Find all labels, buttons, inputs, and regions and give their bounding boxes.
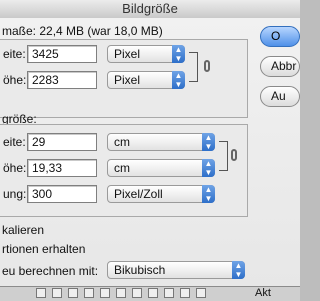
link-chain-icon	[231, 149, 237, 161]
doc-width-unit-select[interactable]: cm ▲ ▼	[107, 133, 215, 151]
resample-method-select[interactable]: Bikubisch ▲ ▼	[107, 261, 245, 279]
tool-icon[interactable]	[180, 288, 190, 298]
tool-icon[interactable]	[84, 288, 94, 298]
scale-styles-label: kalieren	[2, 223, 45, 237]
updown-arrow-icon: ▲ ▼	[202, 185, 215, 203]
doc-width-label: eite:	[3, 135, 26, 149]
resample-label: eu berechnen mit:	[2, 264, 99, 278]
pixel-width-unit-select[interactable]: Pixel ▲ ▼	[107, 45, 185, 63]
resolution-unit-select[interactable]: Pixel/Zoll ▲ ▼	[107, 185, 215, 203]
ok-button[interactable]: O	[260, 26, 300, 47]
tool-icon[interactable]	[52, 288, 62, 298]
document-size-pane: eite: 29 cm ▲ ▼ öhe: 19,33 cm ▲ ▼ ung: 300…	[0, 124, 248, 217]
tool-icon[interactable]	[196, 288, 206, 298]
pixel-dimensions-heading: maße: 22,4 MB (war 18,0 MB)	[2, 24, 163, 38]
doc-constrain-bracket	[219, 141, 228, 171]
window-titlebar[interactable]: Bildgröße	[0, 0, 300, 19]
pixel-height-unit-select[interactable]: Pixel ▲ ▼	[107, 71, 185, 89]
pixel-width-unit-value: Pixel	[114, 47, 141, 61]
link-chain-icon	[204, 60, 210, 72]
tool-icon[interactable]	[68, 288, 78, 298]
constrain-proportions-option[interactable]: rtionen erhalten	[2, 242, 85, 256]
tool-icon[interactable]	[132, 288, 142, 298]
tool-icon[interactable]	[148, 288, 158, 298]
resample-method-value: Bikubisch	[114, 263, 166, 277]
doc-height-label: öhe:	[3, 161, 27, 175]
tool-icon[interactable]	[100, 288, 110, 298]
pixel-height-input[interactable]: 2283	[27, 71, 97, 89]
updown-arrow-icon: ▲ ▼	[172, 45, 185, 63]
pixel-height-unit-value: Pixel	[114, 73, 141, 87]
active-label: Akt	[255, 287, 271, 299]
tool-icon[interactable]	[116, 288, 126, 298]
doc-height-unit-select[interactable]: cm ▲ ▼	[107, 159, 215, 177]
tool-icon[interactable]	[36, 288, 46, 298]
resolution-input[interactable]: 300	[27, 185, 97, 203]
pixel-width-label: eite:	[3, 47, 26, 61]
scale-styles-option[interactable]: kalieren	[2, 223, 44, 237]
resolution-label: ung:	[3, 187, 27, 201]
doc-width-input[interactable]: 29	[27, 133, 97, 151]
window-title: Bildgröße	[122, 1, 178, 16]
doc-height-input[interactable]: 19,33	[27, 159, 97, 177]
image-size-dialog: maße: 22,4 MB (war 18,0 MB) eite: 3425 P…	[0, 18, 300, 286]
doc-height-unit-value: cm	[114, 161, 130, 175]
updown-arrow-icon: ▲ ▼	[202, 159, 215, 177]
constrain-bracket	[189, 52, 198, 82]
constrain-proportions-label: rtionen erhalten	[2, 242, 86, 256]
pixel-height-label: öhe:	[3, 73, 27, 87]
resolution-unit-value: Pixel/Zoll	[114, 187, 163, 201]
tool-icon[interactable]	[164, 288, 174, 298]
pixel-dimensions-pane: eite: 3425 Pixel ▲ ▼ öhe: 2283 Pixel ▲ ▼	[0, 39, 248, 118]
doc-width-unit-value: cm	[114, 135, 130, 149]
pixel-width-input[interactable]: 3425	[27, 45, 97, 63]
updown-arrow-icon: ▲ ▼	[232, 261, 245, 279]
updown-arrow-icon: ▲ ▼	[172, 71, 185, 89]
updown-arrow-icon: ▲ ▼	[202, 133, 215, 151]
auto-button[interactable]: Au	[260, 86, 300, 107]
background-toolbar: Akt	[0, 286, 300, 301]
cancel-button[interactable]: Abbr	[260, 56, 300, 77]
